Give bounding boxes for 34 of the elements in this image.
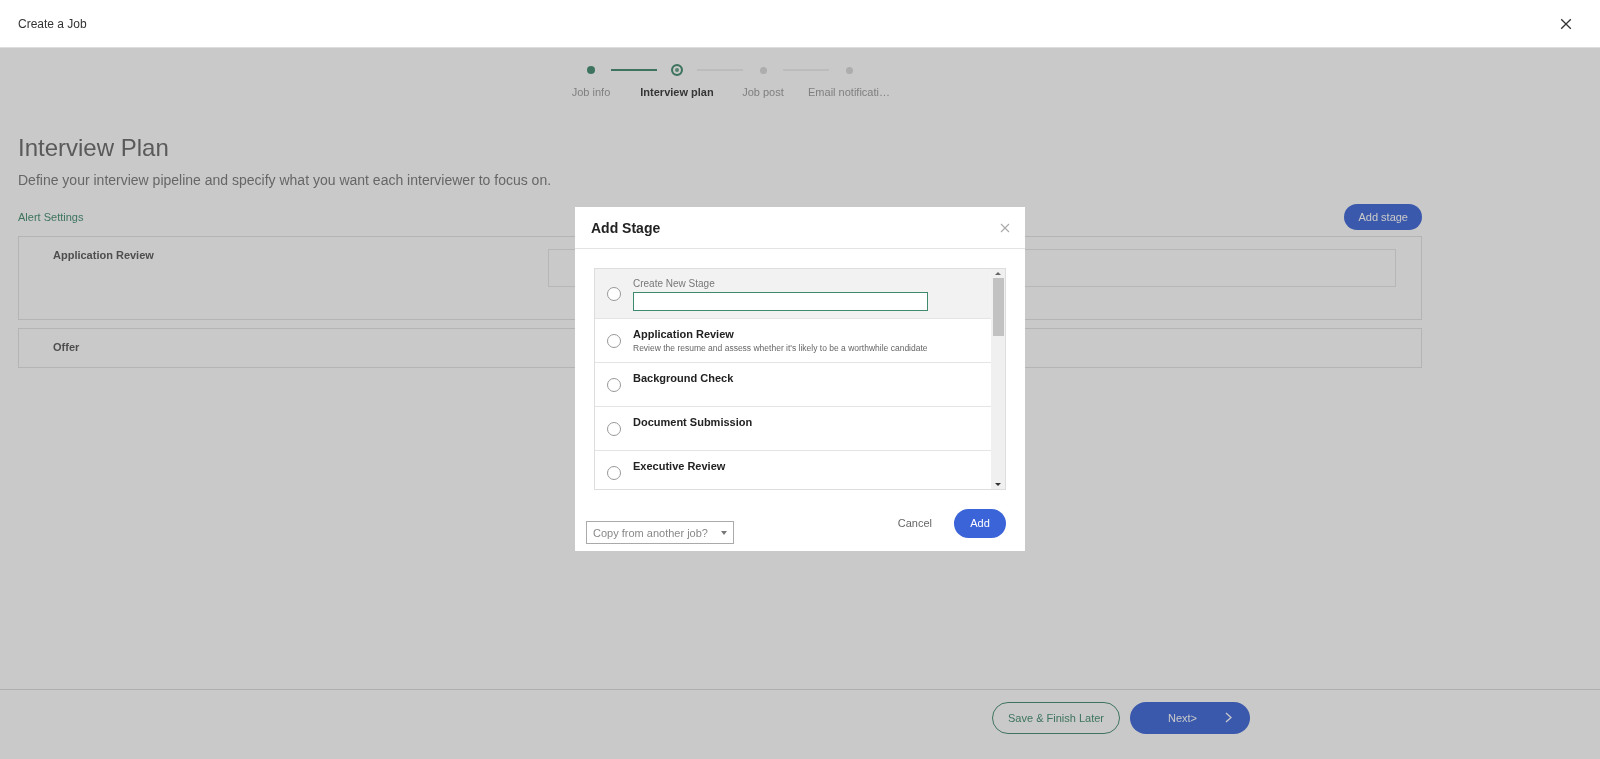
stage-name: Application Review bbox=[53, 249, 155, 263]
scrollbar[interactable] bbox=[991, 269, 1005, 489]
radio-button[interactable] bbox=[607, 377, 621, 392]
stage-option-name[interactable]: Document Submission bbox=[633, 416, 753, 428]
radio-button[interactable] bbox=[607, 333, 621, 348]
dialog-title: Add Stage bbox=[591, 219, 661, 236]
close-icon[interactable] bbox=[1560, 17, 1572, 30]
step-label[interactable]: Job post bbox=[742, 86, 784, 98]
radio-button[interactable] bbox=[607, 421, 621, 436]
stage-option-name[interactable]: Background Check bbox=[633, 372, 734, 384]
radio-button[interactable] bbox=[607, 286, 621, 301]
page-heading: Interview Plan bbox=[18, 134, 170, 162]
caret-icon bbox=[721, 530, 727, 535]
window-title: Create a Job bbox=[18, 16, 87, 31]
copy-job-dropdown[interactable]: Copy from another job? bbox=[586, 521, 734, 544]
stage-option-name[interactable]: Application Review bbox=[633, 328, 928, 340]
add-stage-button[interactable]: Add stage bbox=[1344, 204, 1422, 230]
step-label[interactable]: Interview plan bbox=[640, 86, 714, 98]
save-finish-later-button[interactable]: Save & Finish Later bbox=[992, 701, 1120, 734]
step-connector bbox=[611, 69, 657, 71]
radio-button[interactable] bbox=[607, 465, 621, 480]
alert-settings-link[interactable]: Alert Settings bbox=[18, 211, 84, 223]
field-label: Create New Stage bbox=[633, 278, 716, 289]
cancel-button[interactable]: Cancel bbox=[893, 513, 936, 533]
stage-option-description: Review the resume and assess whether it's likely to be a worthwhile candidate bbox=[633, 343, 928, 353]
step-label[interactable]: Job info bbox=[571, 86, 611, 98]
page-subtitle: Define your interview pipeline and specify what you want each interviewer to focus on. bbox=[18, 172, 553, 188]
stage-name-input[interactable] bbox=[633, 292, 928, 311]
stage-name: Offer bbox=[53, 341, 81, 355]
next-button[interactable]: Next> bbox=[1130, 701, 1250, 734]
add-button[interactable]: Add bbox=[954, 508, 1006, 538]
step-label[interactable]: Email notificati… bbox=[808, 86, 890, 98]
stage-option-name[interactable]: Executive Review bbox=[633, 460, 726, 472]
chevron-right-icon bbox=[1225, 712, 1232, 723]
